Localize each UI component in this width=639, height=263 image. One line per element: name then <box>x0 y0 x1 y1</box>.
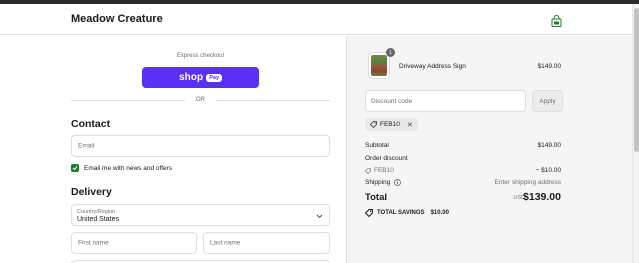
email-field[interactable]: Email <box>71 135 330 157</box>
last-name-placeholder: Last name <box>210 239 241 247</box>
product-price: $149.00 <box>537 63 562 70</box>
newsletter-option[interactable]: Email me with news and offers <box>71 163 172 173</box>
subtotal-label: Subtotal <box>365 142 389 149</box>
first-name-field[interactable]: First name <box>71 232 197 254</box>
delivery-title: Delivery <box>71 186 112 198</box>
divider-line <box>216 100 330 101</box>
discount-code-input[interactable]: Discount code <box>365 90 526 112</box>
tag-icon <box>370 121 377 128</box>
store-name[interactable]: Meadow Creature <box>71 13 163 25</box>
shipping-value: Enter shipping address <box>494 179 562 186</box>
discount-code-text: FEB10 <box>374 167 394 174</box>
country-select[interactable]: Country/Region United States <box>71 204 330 226</box>
first-name-placeholder: First name <box>78 239 109 247</box>
checkout-header: Meadow Creature <box>0 4 632 35</box>
product-image <box>371 55 387 76</box>
savings-label: TOTAL SAVINGS <box>377 210 425 216</box>
page-scrollbar[interactable] <box>632 4 639 263</box>
discount-placeholder: Discount code <box>371 98 413 105</box>
order-discount-label: Order discount <box>365 155 408 162</box>
country-label: Country/Region <box>77 209 116 215</box>
savings-value: $10.00 <box>430 210 449 216</box>
newsletter-checkbox[interactable] <box>71 164 79 172</box>
product-name: Driveway Address Sign <box>399 63 466 70</box>
applied-code: FEB10 <box>380 121 400 128</box>
tag-icon <box>365 209 373 217</box>
shipping-row: Shipping <box>365 179 402 186</box>
order-summary: 1 Driveway Address Sign $149.00 Discount… <box>346 36 632 263</box>
discount-code-row: FEB10 <box>365 167 394 174</box>
last-name-field[interactable]: Last name <box>203 232 330 254</box>
applied-discount-chip: FEB10 ✕ <box>365 118 418 131</box>
apply-discount-button[interactable]: Apply <box>532 90 563 112</box>
shop-pay-badge: Pay <box>206 73 223 82</box>
total-savings: TOTAL SAVINGS $10.00 <box>365 209 449 217</box>
shop-pay-button[interactable]: shop Pay <box>142 67 259 88</box>
chevron-down-icon <box>316 214 323 219</box>
newsletter-label: Email me with news and offers <box>84 164 173 172</box>
shopping-bag-icon[interactable] <box>551 14 562 27</box>
total-value: $139.00 <box>523 191 561 203</box>
or-divider: OR <box>71 96 330 106</box>
shipping-label: Shipping <box>365 179 391 186</box>
subtotal-value: $149.00 <box>537 142 562 149</box>
express-checkout-label: Express checkout <box>176 53 225 59</box>
country-value: United States <box>77 216 120 223</box>
quantity-badge: 1 <box>386 48 395 57</box>
checkout-form: Express checkout shop Pay OR Contact Ema… <box>0 36 346 263</box>
scrollbar-thumb[interactable] <box>634 8 639 152</box>
checkmark-icon <box>72 166 78 171</box>
product-thumbnail: 1 <box>368 48 395 79</box>
email-placeholder: Email <box>78 142 95 150</box>
discount-value: − $10.00 <box>535 167 561 174</box>
total-label: Total <box>365 192 387 203</box>
remove-discount-icon[interactable]: ✕ <box>407 121 413 129</box>
tag-icon <box>365 167 371 174</box>
info-icon[interactable] <box>394 179 402 186</box>
contact-title: Contact <box>71 118 111 130</box>
shop-pay-wordmark: shop <box>178 72 204 83</box>
